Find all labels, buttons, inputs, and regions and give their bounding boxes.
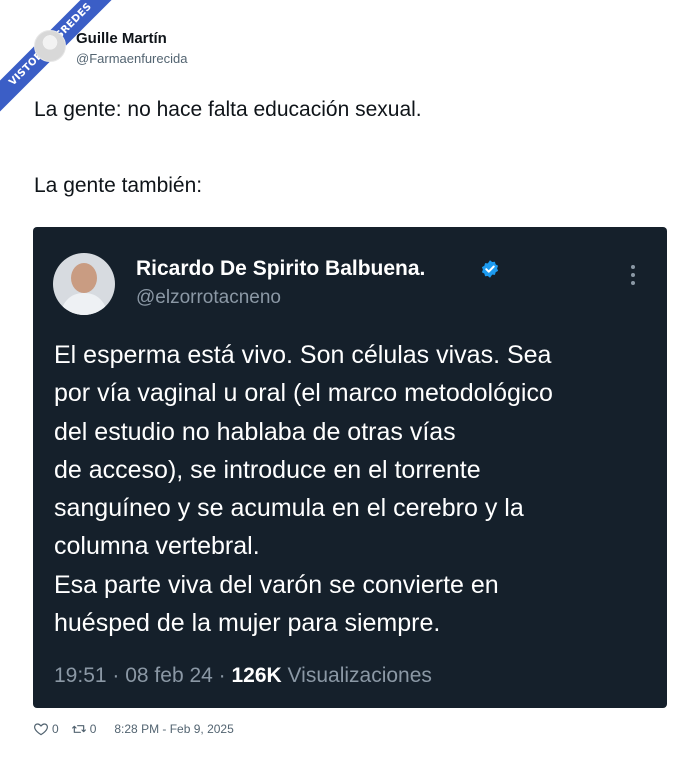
avatar-head-shape: [71, 263, 97, 293]
author-name[interactable]: Guille Martín: [76, 30, 167, 47]
tweet-card: VISTOENLASREDES Guille Martín @Farmaenfu…: [0, 0, 700, 762]
quoted-text-line: huésped de la mujer para siempre.: [54, 609, 441, 638]
quoted-date[interactable]: 08 feb 24: [125, 664, 213, 687]
tweet-text-line-2: La gente también:: [34, 174, 203, 197]
meta-separator: ·: [112, 664, 126, 687]
tweet-text-line-1: La gente: no hace falta educación sexual…: [34, 98, 422, 121]
more-options-icon[interactable]: [629, 265, 637, 291]
quoted-author-name[interactable]: Ricardo De Spirito Balbuena.: [136, 257, 425, 281]
avatar[interactable]: [34, 30, 66, 62]
meta-separator: ·: [218, 664, 232, 687]
quoted-text-line: columna vertebral.: [54, 532, 260, 561]
verified-badge-icon: [481, 260, 499, 278]
like-count: 0: [52, 722, 59, 736]
heart-icon[interactable]: [33, 721, 49, 737]
quoted-text-line: por vía vaginal u oral (el marco metodol…: [54, 379, 553, 408]
quoted-text-line: El esperma está vivo. Son células vivas.…: [54, 341, 552, 369]
views-label: Visualizaciones: [287, 664, 432, 687]
retweet-icon[interactable]: [71, 721, 87, 737]
quoted-text-line: sanguíneo y se acumula en el cerebro y l…: [54, 494, 524, 523]
quoted-avatar[interactable]: [53, 253, 115, 315]
quoted-tweet-meta: 19:51 · 08 feb 24 · 126K Visualizaciones: [54, 664, 432, 688]
tweet-footer: 0 0 8:28 PM - Feb 9, 2025: [33, 720, 234, 738]
quoted-author-handle[interactable]: @elzorrotacneno: [136, 287, 281, 309]
quoted-text-line: de acceso), se introduce en el torrente: [54, 455, 481, 484]
quoted-tweet-body: El esperma está vivo. Son células vivas.…: [54, 336, 654, 642]
retweet-count: 0: [89, 722, 97, 736]
quoted-time[interactable]: 19:51: [54, 664, 107, 687]
author-handle[interactable]: @Farmaenfurecida: [76, 51, 187, 66]
quoted-text-line: Esa parte viva del varón se convierte en: [54, 570, 499, 599]
tweet-timestamp[interactable]: 8:28 PM - Feb 9, 2025: [114, 722, 233, 736]
quoted-text-line: del estudio no hablaba de otras vías: [54, 417, 456, 446]
quoted-tweet[interactable]: Ricardo De Spirito Balbuena. @elzorrotac…: [33, 227, 667, 708]
avatar-body-shape: [61, 293, 107, 315]
views-count: 126K: [231, 664, 282, 687]
